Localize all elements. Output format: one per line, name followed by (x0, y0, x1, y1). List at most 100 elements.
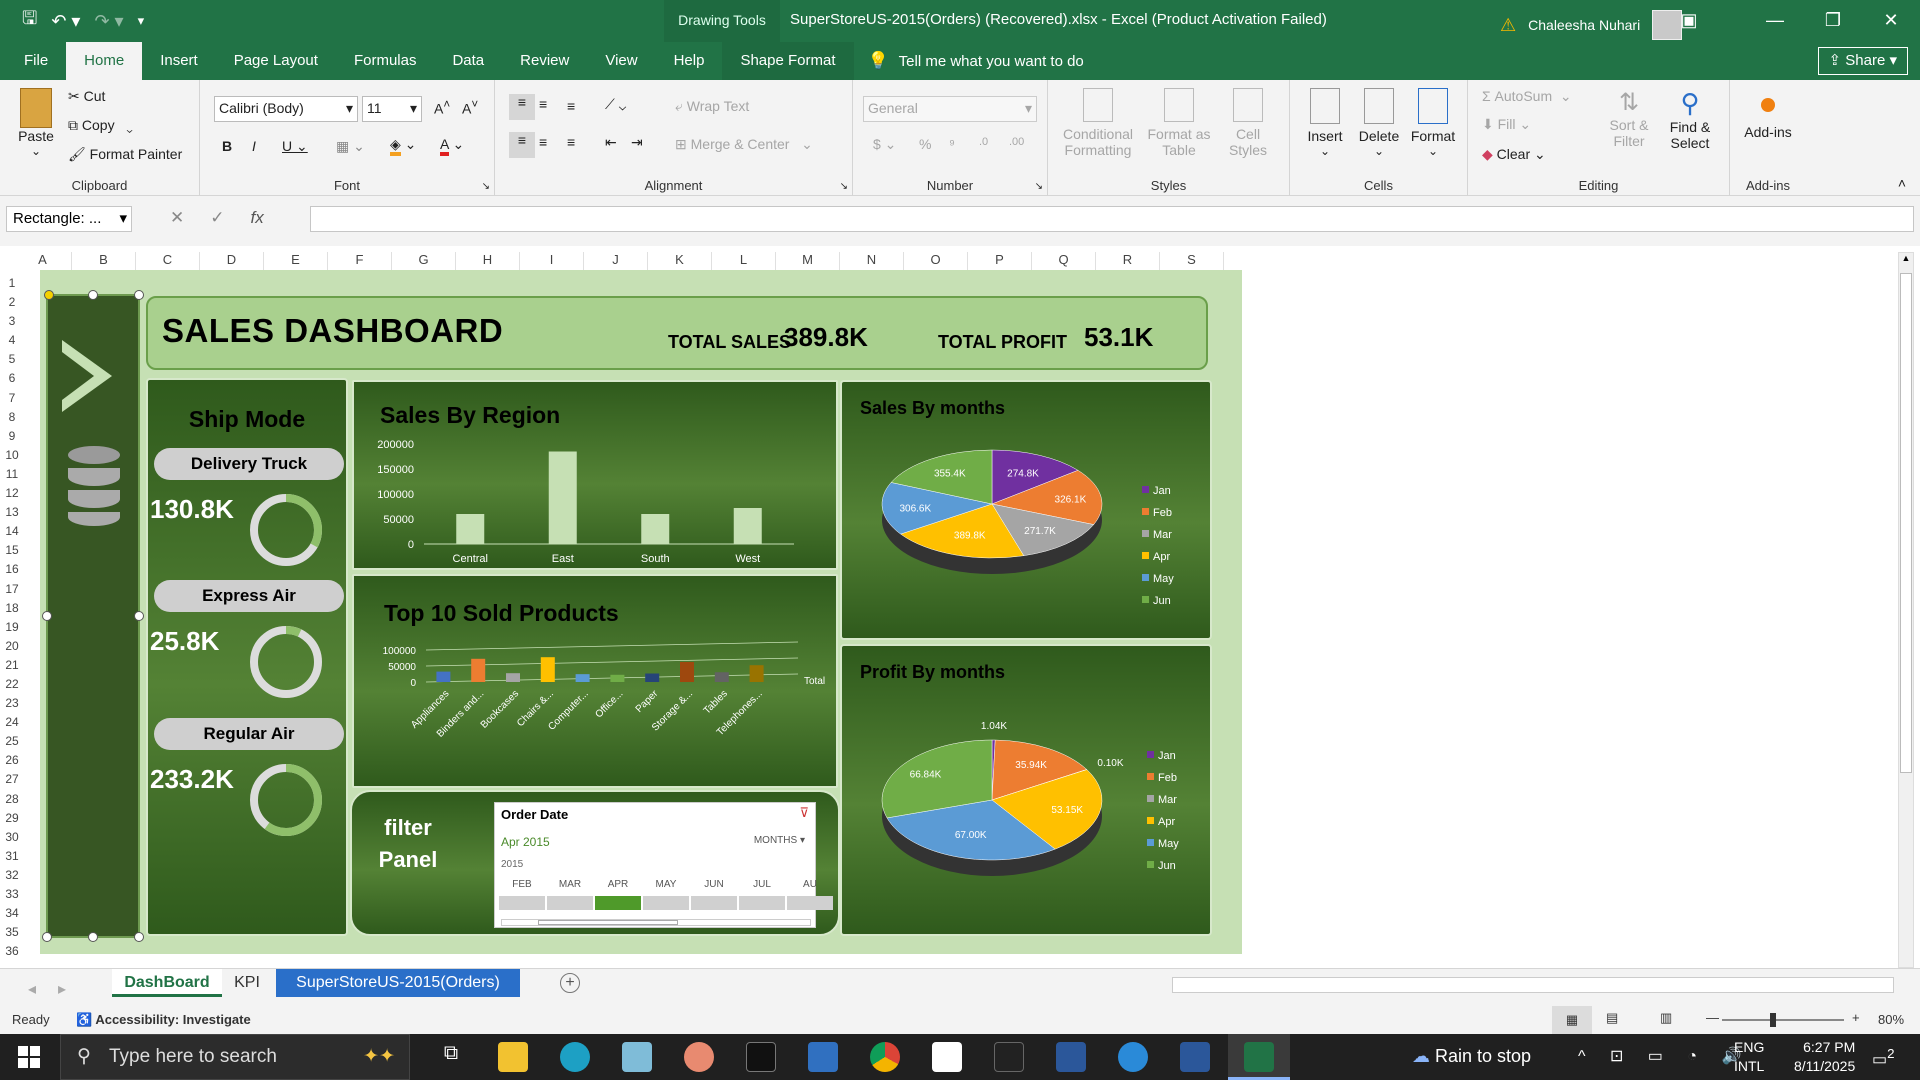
formula-input[interactable] (310, 206, 1914, 232)
comma-icon[interactable]: ⁹ (949, 136, 955, 152)
row-header[interactable]: 26 (0, 751, 24, 770)
shrink-font-icon[interactable]: A˅ (462, 98, 478, 117)
row-header[interactable]: 9 (0, 427, 24, 446)
row-header[interactable]: 8 (0, 408, 24, 427)
zoom-slider[interactable] (1722, 1013, 1844, 1027)
timeline-slicer[interactable]: Order Date ⊽ Apr 2015 MONTHS ▾ 2015 FEB M… (494, 802, 833, 928)
share-button[interactable]: ⇪ Share ▾ (1817, 47, 1908, 75)
start-icon[interactable] (18, 1046, 40, 1068)
row-header[interactable]: 4 (0, 331, 24, 350)
number-format-select[interactable]: General ▾ (863, 96, 1037, 122)
tab-page-layout[interactable]: Page Layout (216, 42, 336, 80)
row-header[interactable]: 30 (0, 828, 24, 847)
fill-button[interactable]: ⬇ Fill ⌄ (1482, 116, 1531, 133)
borders-icon[interactable]: ▦ ⌄ (336, 138, 365, 155)
row-header[interactable]: 10 (0, 446, 24, 465)
java-icon[interactable] (932, 1042, 962, 1072)
ship-mode-panel[interactable]: Ship Mode Delivery Truck 130.8K Express Ai… (146, 378, 348, 936)
tab-help[interactable]: Help (656, 42, 723, 80)
row-header[interactable]: 13 (0, 503, 24, 522)
addins-button[interactable]: Add-ins (1738, 88, 1798, 140)
find-select-button[interactable]: ⚲ Find & Select (1660, 88, 1720, 151)
row-header[interactable]: 1 (0, 274, 24, 293)
paste-button[interactable]: Paste ⌄ (16, 88, 56, 158)
row-header[interactable]: 25 (0, 732, 24, 751)
cancel-icon[interactable]: ✕ (170, 208, 184, 228)
row-header[interactable]: 12 (0, 484, 24, 503)
minimize-icon[interactable]: — (1746, 0, 1804, 42)
orientation-icon[interactable]: ⟋ ⌄ (605, 96, 626, 113)
row-header[interactable]: 22 (0, 675, 24, 694)
clock[interactable]: 6:27 PM 8/11/2025 (1794, 1038, 1855, 1076)
slicer-scrollbar[interactable] (501, 919, 811, 926)
underline-icon[interactable]: U ⌄ (282, 138, 308, 155)
word-icon[interactable] (1056, 1042, 1086, 1072)
app-icon[interactable] (1118, 1042, 1148, 1072)
row-header[interactable]: 19 (0, 618, 24, 637)
sidebar-shape[interactable] (46, 294, 140, 938)
warning-icon[interactable]: ⚠ (1500, 15, 1516, 36)
row-header[interactable]: 28 (0, 790, 24, 809)
new-sheet-icon[interactable]: + (560, 973, 580, 993)
font-color-icon[interactable]: A ⌄ (440, 136, 464, 156)
close-icon[interactable]: ✕ (1862, 0, 1920, 42)
sheet-tab-dashboard[interactable]: DashBoard (112, 969, 222, 997)
tab-review[interactable]: Review (502, 42, 587, 80)
row-header[interactable]: 31 (0, 847, 24, 866)
normal-view-icon[interactable]: ▦ (1552, 1006, 1592, 1034)
edge-icon[interactable] (560, 1042, 590, 1072)
selection-handle[interactable] (134, 932, 144, 942)
tab-data[interactable]: Data (434, 42, 502, 80)
dialog-launcher-icon[interactable]: ↘ (1035, 181, 1043, 192)
cell-styles-button[interactable]: Cell Styles (1218, 88, 1278, 158)
ribbon-display-icon[interactable]: ▣ (1660, 0, 1718, 42)
accessibility-status[interactable]: ♿ Accessibility: Investigate (76, 1012, 251, 1028)
currency-icon[interactable]: $ ⌄ (873, 136, 896, 153)
clear-button[interactable]: ◆ Clear ⌄ (1482, 146, 1546, 163)
sheet-tab-orders[interactable]: SuperStoreUS-2015(Orders) (276, 969, 520, 997)
tab-scroll-left-icon[interactable]: ◂ (28, 979, 36, 999)
percent-icon[interactable]: % (919, 136, 931, 152)
font-name-select[interactable]: Calibri (Body) ▾ (214, 96, 358, 122)
notification-icon[interactable]: ▭2 (1872, 1046, 1895, 1069)
wrap-text-button[interactable]: ⤶ Wrap Text (675, 98, 749, 115)
tab-scroll-right-icon[interactable]: ▸ (58, 979, 66, 999)
row-header[interactable]: 24 (0, 713, 24, 732)
row-header[interactable]: 2 (0, 293, 24, 312)
italic-icon[interactable]: I (252, 138, 256, 154)
format-as-table-button[interactable]: Format as Table (1144, 88, 1214, 158)
selection-handle[interactable] (88, 290, 98, 300)
row-header[interactable]: 14 (0, 522, 24, 541)
zoom-in-icon[interactable]: + (1852, 1010, 1860, 1025)
row-header[interactable]: 15 (0, 541, 24, 560)
insert-cells-button[interactable]: Insert ⌄ (1300, 88, 1350, 158)
increase-decimal-icon[interactable]: .0 (979, 136, 988, 148)
font-size-select[interactable]: 11 ▾ (362, 96, 422, 122)
selection-handle[interactable] (42, 932, 52, 942)
selection-handle[interactable] (134, 611, 144, 621)
format-cells-button[interactable]: Format ⌄ (1406, 88, 1460, 158)
sales-by-region-panel[interactable]: Sales By Region 200000 150000 100000 50000 0… (352, 380, 838, 570)
editor-icon[interactable] (808, 1042, 838, 1072)
cut-button[interactable]: ✂ Cut (68, 88, 105, 105)
row-header[interactable]: 27 (0, 770, 24, 789)
autosum-button[interactable]: Σ AutoSum ⌄ (1482, 88, 1572, 105)
align-bottom-icon[interactable]: ≡ (567, 98, 575, 114)
horizontal-scrollbar[interactable] (1172, 977, 1894, 993)
tray-icons[interactable]: ^ ⊡ ▭ ◔ 🔊 (1578, 1046, 1751, 1066)
increase-indent-icon[interactable]: ⇥ (631, 134, 643, 151)
align-left-icon[interactable]: ≡ (509, 132, 535, 158)
sheet-tab-kpi[interactable]: KPI (228, 969, 266, 997)
customize-qat-icon[interactable]: ▾ (138, 13, 145, 29)
terminal-icon[interactable] (746, 1042, 776, 1072)
redo-icon[interactable]: ↷ ▾ (94, 11, 123, 32)
row-header[interactable]: 34 (0, 904, 24, 923)
filter-panel[interactable]: filter Panel Order Date ⊽ Apr 2015 MONTH… (350, 790, 840, 936)
copy-button[interactable]: ⧉ Copy ⌄ (68, 117, 133, 134)
weather-widget[interactable]: ☁ Rain to stop (1412, 1046, 1531, 1067)
align-center-icon[interactable]: ≡ (539, 134, 547, 150)
mysql-icon[interactable] (994, 1042, 1024, 1072)
align-middle-icon[interactable]: ≡ (539, 96, 547, 112)
row-header[interactable]: 23 (0, 694, 24, 713)
row-header[interactable]: 17 (0, 580, 24, 599)
